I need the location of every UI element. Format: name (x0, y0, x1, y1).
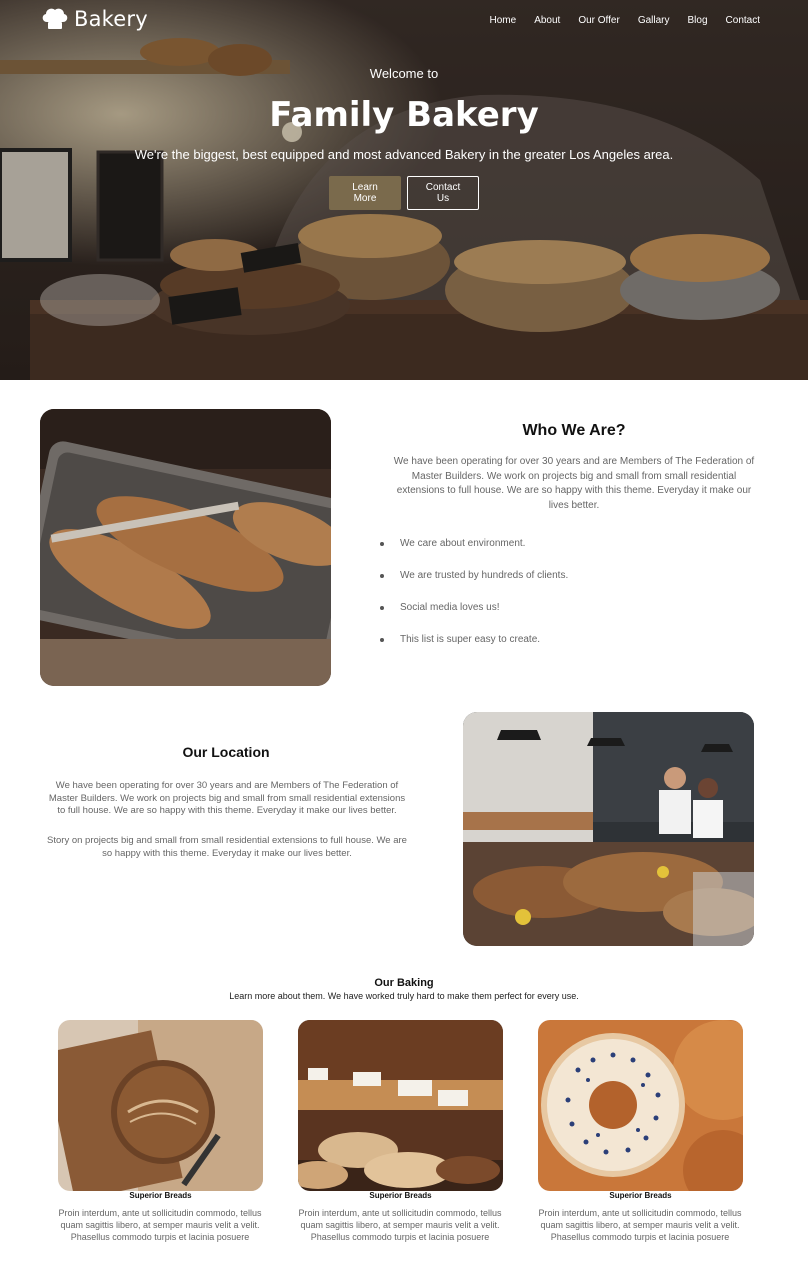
card-image-cookies (298, 1020, 503, 1191)
chef-hat-icon (42, 8, 68, 29)
card-image-donut (538, 1020, 743, 1191)
location-text-2: Story on projects big and small from sma… (47, 835, 407, 859)
bread-tray-image (40, 409, 331, 686)
hero-content: Welcome to Family Bakery We're the bigge… (0, 66, 808, 210)
our-location-title: Our Location (182, 744, 270, 760)
navbar: Bakery Home About Our Offer Gallary Blog… (0, 0, 808, 42)
nav-home[interactable]: Home (490, 15, 517, 26)
card-title: Superior Breads (369, 1191, 432, 1200)
learn-more-button[interactable]: Learn More (329, 176, 401, 210)
list-item: This list is super easy to create. (380, 624, 740, 656)
list-item-text: This list is super easy to create. (400, 634, 541, 645)
hero-welcome: Welcome to (369, 66, 439, 81)
nav-contact[interactable]: Contact (726, 15, 760, 26)
hero-subtitle: We're the biggest, best equipped and mos… (134, 147, 674, 162)
who-we-are-title: Who We Are? (522, 422, 626, 439)
nav-blog[interactable]: Blog (688, 15, 708, 26)
contact-us-button[interactable]: Contact Us (407, 176, 479, 210)
brand-name: Bakery (74, 7, 148, 31)
bullet-icon (380, 574, 384, 578)
our-baking-title: Our Baking (374, 977, 434, 989)
list-item-text: We care about environment. (400, 538, 526, 549)
main-nav: Home About Our Offer Gallary Blog Contac… (490, 15, 761, 26)
card-description: Proin interdum, ante ut sollicitudin com… (58, 1208, 262, 1243)
our-baking-subtitle: Learn more about them. We have worked tr… (229, 991, 579, 1001)
hero-buttons: Learn More Contact Us (0, 176, 808, 210)
card-description: Proin interdum, ante ut sollicitudin com… (298, 1208, 502, 1243)
location-text-1: We have been operating for over 30 years… (48, 780, 406, 816)
sourdough-photo (58, 1020, 263, 1191)
nav-our-offer[interactable]: Our Offer (578, 15, 620, 26)
list-item-text: Social media loves us! (400, 602, 500, 613)
card-title: Superior Breads (609, 1191, 672, 1200)
card-description: Proin interdum, ante ut sollicitudin com… (538, 1208, 742, 1243)
bakery-shop-image (463, 712, 754, 946)
bread-tray-photo (40, 409, 331, 686)
bakery-shop-photo (463, 712, 754, 946)
card-title: Superior Breads (129, 1191, 192, 1200)
brand-logo[interactable]: Bakery (40, 6, 148, 32)
who-we-are-text: We have been operating for over 30 years… (393, 456, 755, 511)
bullet-icon (380, 638, 384, 642)
list-item: We are trusted by hundreds of clients. (380, 560, 740, 592)
who-we-are-list: We care about environment. We are truste… (380, 528, 740, 656)
list-item: We care about environment. (380, 528, 740, 560)
cookies-photo (298, 1020, 503, 1191)
bullet-icon (380, 542, 384, 546)
bullet-icon (380, 606, 384, 610)
nav-about[interactable]: About (534, 15, 560, 26)
list-item-text: We are trusted by hundreds of clients. (400, 570, 569, 581)
donut-photo (538, 1020, 743, 1191)
nav-gallary[interactable]: Gallary (638, 15, 670, 26)
list-item: Social media loves us! (380, 592, 740, 624)
card-image-sourdough (58, 1020, 263, 1191)
hero-title: Family Bakery (269, 95, 539, 135)
hero-section: Bakery Home About Our Offer Gallary Blog… (0, 0, 808, 380)
